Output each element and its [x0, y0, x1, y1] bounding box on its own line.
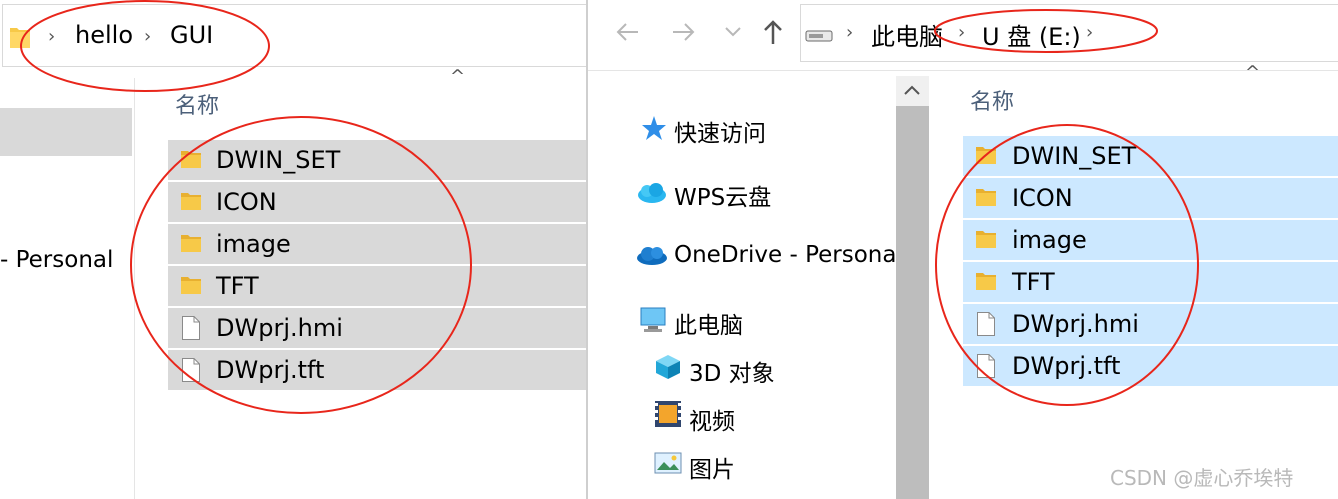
- nav-scrollbar-thumb[interactable]: [896, 106, 929, 499]
- nav-item-3d-objects[interactable]: 3D 对象: [689, 354, 775, 388]
- sort-up-icon[interactable]: ^: [1245, 62, 1260, 83]
- watermark: CSDN @虚心乔埃特: [1110, 466, 1294, 490]
- folder-icon: [181, 235, 201, 252]
- breadcrumb-usb-drive[interactable]: U 盘 (E:): [982, 17, 1081, 52]
- list-item-name[interactable]: DWIN_SET: [1012, 136, 1136, 176]
- list-item-name[interactable]: image: [216, 224, 291, 264]
- folder-icon: [181, 193, 201, 210]
- left-sidebar-selected-item[interactable]: [0, 108, 132, 156]
- 3d-objects-icon: [656, 355, 680, 379]
- chevron-right-icon: ›: [846, 22, 854, 43]
- file-icon: [977, 354, 995, 378]
- list-item-name[interactable]: DWprj.tft: [1012, 346, 1120, 386]
- forward-arrow-icon[interactable]: [671, 20, 697, 44]
- file-icon: [182, 358, 200, 382]
- chevron-right-icon: ›: [958, 22, 966, 43]
- folder-icon: [976, 147, 996, 164]
- back-arrow-icon[interactable]: [614, 20, 640, 44]
- breadcrumb-gui[interactable]: GUI: [170, 21, 213, 49]
- list-item-name[interactable]: DWprj.tft: [216, 350, 324, 390]
- chevron-right-icon: ›: [144, 26, 152, 47]
- file-icon: [977, 312, 995, 336]
- usb-drive-icon: [805, 30, 833, 42]
- folder-icon: [181, 277, 201, 294]
- list-item-name[interactable]: DWIN_SET: [216, 140, 340, 180]
- folder-icon: [10, 28, 30, 48]
- window-divider: [586, 0, 588, 499]
- pictures-icon: [654, 452, 682, 474]
- left-sidebar-divider: [134, 78, 135, 499]
- left-sidebar-onedrive-label[interactable]: - Personal: [0, 247, 113, 273]
- folder-icon: [976, 231, 996, 248]
- folder-icon: [181, 151, 201, 168]
- nav-item-wps-cloud[interactable]: WPS云盘: [674, 178, 771, 212]
- list-item-name[interactable]: TFT: [1012, 262, 1055, 302]
- nav-item-this-pc[interactable]: 此电脑: [674, 306, 743, 340]
- quick-access-star-icon: [642, 116, 666, 140]
- list-item-name[interactable]: ICON: [216, 182, 277, 222]
- list-item-name[interactable]: TFT: [216, 266, 259, 306]
- folder-icon: [976, 189, 996, 206]
- chevron-right-icon: ›: [1086, 22, 1094, 43]
- breadcrumb-hello[interactable]: hello: [75, 21, 133, 49]
- nav-item-quick-access[interactable]: 快速访问: [674, 114, 766, 148]
- folder-icon: [976, 273, 996, 290]
- nav-item-onedrive[interactable]: OneDrive - Persona: [674, 242, 896, 268]
- wps-cloud-icon: [638, 183, 666, 203]
- list-item-name[interactable]: DWprj.hmi: [1012, 304, 1139, 344]
- breadcrumb-this-pc[interactable]: 此电脑: [871, 17, 943, 52]
- right-column-header-name[interactable]: 名称: [970, 84, 1014, 116]
- chevron-right-icon: ›: [48, 26, 56, 47]
- left-column-header-name[interactable]: 名称: [175, 88, 219, 120]
- file-icon: [182, 316, 200, 340]
- videos-icon: [655, 401, 681, 427]
- list-item-name[interactable]: DWprj.hmi: [216, 308, 343, 348]
- scroll-up-icon[interactable]: [903, 84, 921, 96]
- toolbar-separator: [588, 70, 1338, 71]
- nav-item-pictures[interactable]: 图片: [689, 450, 735, 484]
- list-item-name[interactable]: ICON: [1012, 178, 1073, 218]
- onedrive-cloud-icon: [637, 247, 667, 265]
- chevron-down-icon[interactable]: [724, 26, 742, 38]
- this-pc-icon: [640, 307, 666, 332]
- nav-item-videos[interactable]: 视频: [689, 402, 735, 436]
- sort-up-icon[interactable]: ^: [450, 66, 465, 87]
- list-item-name[interactable]: image: [1012, 220, 1087, 260]
- up-arrow-icon[interactable]: [762, 18, 784, 46]
